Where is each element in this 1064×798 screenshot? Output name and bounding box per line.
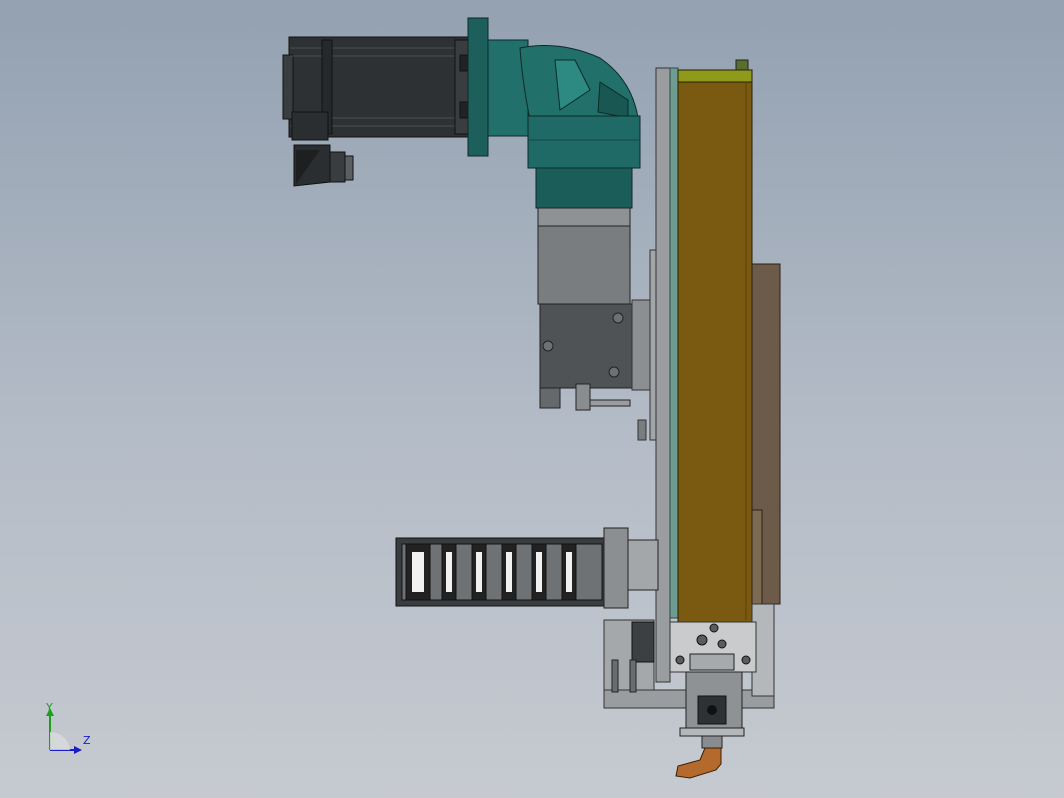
tool-head[interactable] bbox=[669, 621, 757, 737]
coupling-housing[interactable] bbox=[537, 207, 633, 411]
nozzle-tip[interactable] bbox=[675, 735, 723, 779]
assembly-drawing bbox=[282, 17, 781, 779]
cable-drag-chain[interactable] bbox=[395, 527, 659, 609]
axis-triad-arrows bbox=[46, 708, 82, 754]
cad-viewport[interactable]: Y Z bbox=[0, 0, 1064, 798]
linear-actuator[interactable] bbox=[677, 59, 781, 623]
right-angle-gearbox[interactable] bbox=[467, 17, 641, 209]
axis-y-label: Y bbox=[46, 701, 53, 714]
axis-z-label: Z bbox=[83, 734, 91, 747]
